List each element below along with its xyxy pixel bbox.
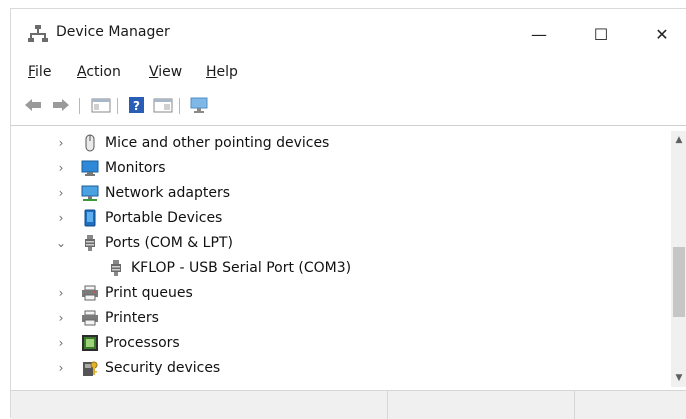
close-button[interactable]: ✕: [639, 19, 685, 49]
port-icon: [85, 235, 95, 251]
expand-chevron-icon[interactable]: ›: [55, 161, 67, 175]
scrollbar-thumb[interactable]: [673, 247, 685, 317]
tree-item-portable-devices[interactable]: › Portable Devices: [55, 206, 222, 230]
expand-chevron-icon[interactable]: ›: [55, 361, 67, 375]
vertical-scrollbar[interactable]: ▲ ▼: [671, 131, 686, 387]
tree-item-label: Printers: [105, 310, 159, 326]
tree-item-print-queues[interactable]: › Print queues: [55, 281, 193, 305]
printer-icon: [82, 310, 98, 326]
menu-help-label: elp: [216, 64, 238, 80]
menu-help-accelerator: H: [206, 64, 217, 80]
menu-bar: File Action View Help: [11, 64, 686, 86]
menu-action-label: ction: [86, 64, 121, 80]
portable-device-icon: [84, 209, 96, 227]
scroll-up-arrow-icon[interactable]: ▲: [671, 133, 686, 147]
expand-chevron-icon[interactable]: ›: [55, 311, 67, 325]
tree-item-label: Processors: [105, 335, 180, 351]
tree-item-label: Network adapters: [105, 185, 230, 201]
tree-item-label: KFLOP - USB Serial Port (COM3): [131, 260, 352, 276]
toolbar: ?: [11, 94, 686, 118]
toolbar-separator: [79, 98, 80, 114]
menu-view-accelerator: V: [149, 64, 159, 80]
tree-item-printers[interactable]: › Printers: [55, 306, 159, 330]
device-manager-window: Device Manager — ☐ ✕ File Action View He…: [10, 8, 686, 419]
menu-view[interactable]: View: [149, 64, 182, 80]
menu-view-label: iew: [158, 64, 183, 80]
device-manager-icon: [28, 25, 48, 42]
toolbar-divider: [11, 125, 686, 126]
tree-item-label: Security devices: [105, 360, 221, 376]
menu-action[interactable]: Action: [77, 64, 121, 80]
maximize-button[interactable]: ☐: [578, 19, 624, 49]
tree-item-kflop-usb-serial-port[interactable]: KFLOP - USB Serial Port (COM3): [81, 256, 351, 280]
forward-arrow-icon[interactable]: [51, 96, 71, 114]
scroll-down-arrow-icon[interactable]: ▼: [671, 371, 686, 385]
menu-help[interactable]: Help: [206, 64, 238, 80]
tree-item-ports[interactable]: ⌄ Ports (COM & LPT): [55, 231, 233, 255]
tree-item-label: Monitors: [105, 160, 166, 176]
monitor-icon: [81, 160, 99, 176]
status-pane: [387, 391, 574, 419]
toolbar-separator: [117, 98, 118, 114]
expand-chevron-icon[interactable]: ›: [55, 336, 67, 350]
toolbar-separator: [179, 98, 180, 114]
menu-file-accelerator: F: [28, 64, 36, 80]
processor-icon: [82, 335, 98, 351]
security-device-icon: [83, 361, 98, 376]
status-bar: [11, 390, 686, 419]
tree-item-network-adapters[interactable]: › Network adapters: [55, 181, 230, 205]
status-pane: [574, 391, 686, 419]
tree-item-label: Print queues: [105, 285, 193, 301]
tree-item-label: Ports (COM & LPT): [105, 235, 233, 251]
expand-chevron-icon[interactable]: ›: [55, 211, 67, 225]
expand-chevron-icon[interactable]: ›: [55, 136, 67, 150]
help-icon[interactable]: ?: [127, 96, 147, 114]
print-queue-icon: [82, 285, 98, 301]
display-device-icon[interactable]: [189, 96, 209, 114]
window-title: Device Manager: [56, 24, 170, 40]
menu-file[interactable]: File: [28, 64, 51, 80]
menu-file-label: ile: [35, 64, 52, 80]
port-icon: [111, 260, 121, 276]
mouse-icon: [85, 134, 95, 152]
tree-item-monitors[interactable]: › Monitors: [55, 156, 166, 180]
title-bar[interactable]: Device Manager — ☐ ✕: [11, 9, 686, 59]
tree-item-label: Portable Devices: [105, 210, 223, 226]
tree-item-processors[interactable]: › Processors: [55, 331, 180, 355]
tree-item-mice[interactable]: › Mice and other pointing devices: [55, 131, 329, 155]
minimize-button[interactable]: —: [516, 19, 562, 49]
device-tree[interactable]: › Mice and other pointing devices › Moni…: [11, 131, 671, 387]
tree-item-label: Mice and other pointing devices: [105, 135, 330, 151]
show-hide-console-tree-icon[interactable]: [91, 96, 111, 114]
menu-action-accelerator: A: [77, 64, 87, 80]
back-arrow-icon[interactable]: [23, 96, 43, 114]
expand-chevron-icon[interactable]: ›: [55, 186, 67, 200]
svg-text:?: ?: [133, 99, 140, 113]
properties-icon[interactable]: [153, 96, 173, 114]
tree-item-security-devices[interactable]: › Security devices: [55, 356, 220, 380]
collapse-chevron-icon[interactable]: ⌄: [55, 236, 67, 250]
expand-chevron-icon[interactable]: ›: [55, 286, 67, 300]
network-adapter-icon: [81, 185, 99, 201]
